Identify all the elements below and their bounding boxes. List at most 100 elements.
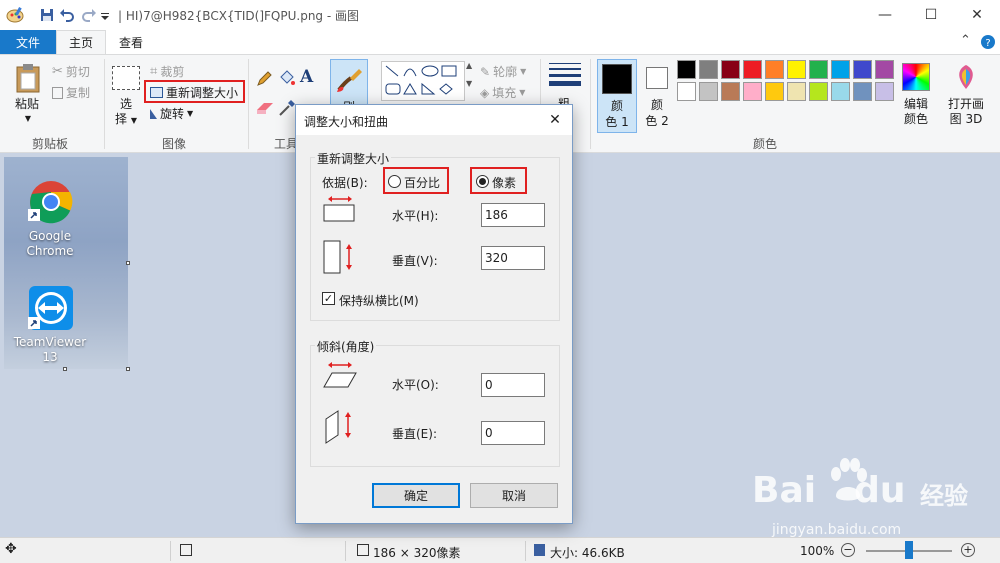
ribbon-tabs: 文件 主页 查看 ⌃ ? <box>0 30 1000 54</box>
select-rectangle-icon[interactable] <box>112 66 140 90</box>
skew-legend: 倾斜(角度) <box>315 338 377 355</box>
help-icon[interactable]: ? <box>980 34 996 50</box>
color2-button[interactable]: 颜 色 2 <box>640 59 676 133</box>
clipboard-icon[interactable] <box>14 63 42 93</box>
teamviewer-icon <box>28 286 73 330</box>
color-swatch[interactable] <box>765 60 784 79</box>
eraser-icon[interactable] <box>256 101 274 115</box>
teamviewer-label-2: 13 <box>42 350 58 364</box>
edit-colors-icon[interactable] <box>902 63 930 91</box>
color2-label-a: 颜 <box>650 98 663 112</box>
paint3d-button[interactable]: 打开画图 3D <box>944 97 988 127</box>
color-swatch[interactable] <box>743 82 762 101</box>
rotate-label: 旋转 <box>160 107 185 121</box>
crop-button[interactable]: ⌗ 裁剪 <box>150 63 184 80</box>
horizontal-input[interactable]: 186 <box>481 203 545 227</box>
chrome-icon <box>28 181 73 224</box>
tab-file[interactable]: 文件 <box>0 30 56 54</box>
save-icon[interactable] <box>38 6 56 24</box>
color-swatch[interactable] <box>677 60 696 79</box>
maximize-button[interactable]: ☐ <box>908 0 954 30</box>
color-swatch[interactable] <box>787 82 806 101</box>
image-group-label: 图像 <box>161 137 186 151</box>
color-swatch[interactable] <box>743 60 762 79</box>
chrome-label-1: Google <box>28 229 72 243</box>
shapes-scroll-icon[interactable]: ▲ ▼ <box>466 61 474 101</box>
separator <box>104 59 105 149</box>
skew-horizontal-label: 水平(O): <box>392 378 439 392</box>
color-swatch[interactable] <box>809 60 828 79</box>
fill-button[interactable]: ◈ 填充 ▼ <box>480 84 525 101</box>
fill-bucket-icon[interactable] <box>278 69 296 87</box>
color-swatch[interactable] <box>875 60 894 79</box>
color-swatch[interactable] <box>853 82 872 101</box>
paint3d-label-b: 图 3D <box>949 112 983 126</box>
separator <box>345 541 346 561</box>
horizontal-label: 水平(H): <box>392 209 439 223</box>
size-lines-icon[interactable] <box>549 63 581 95</box>
resize-handle-bottom[interactable] <box>63 367 67 371</box>
color-picker-icon[interactable] <box>278 99 296 117</box>
paste-dropdown-icon[interactable]: ▼ <box>24 111 32 126</box>
crop-icon: ⌗ <box>150 64 158 79</box>
dialog-close-button[interactable]: ✕ <box>542 108 568 132</box>
minimize-button[interactable]: — <box>862 0 908 30</box>
close-window-button[interactable]: ✕ <box>954 0 1000 30</box>
color-swatch[interactable] <box>699 60 718 79</box>
color1-button[interactable]: 颜 色 1 <box>597 59 637 133</box>
customize-arrow-icon[interactable] <box>100 6 110 24</box>
select-button-line2[interactable]: 择 ▼ <box>112 112 140 128</box>
baidu-watermark: Bai du 经验 jingyan.baidu.com <box>752 458 992 548</box>
tab-home[interactable]: 主页 <box>56 30 106 54</box>
ok-button[interactable]: 确定 <box>372 483 460 508</box>
skew-horizontal-input[interactable]: 0 <box>481 373 545 397</box>
fill-dropdown-icon: ▼ <box>519 88 526 97</box>
by-label: 依据(B): <box>322 176 368 190</box>
undo-icon[interactable] <box>58 6 76 24</box>
pencil-icon[interactable] <box>256 71 272 87</box>
keep-ratio-label[interactable]: 保持纵横比(M) <box>339 292 419 309</box>
collapse-ribbon-chevron-icon[interactable]: ⌃ <box>960 33 974 49</box>
keep-ratio-checkbox[interactable]: ✓ <box>322 292 335 305</box>
resize-handle-corner[interactable] <box>126 367 130 371</box>
color-palette <box>677 60 899 104</box>
rotate-dropdown-icon: ▼ <box>187 109 194 118</box>
text-tool-icon[interactable]: A <box>300 67 313 87</box>
color-swatch[interactable] <box>721 60 740 79</box>
image-canvas[interactable]: Google Chrome TeamViewer 13 <box>4 157 128 369</box>
color-swatch[interactable] <box>765 82 784 101</box>
select-button[interactable]: 选 <box>114 97 138 112</box>
color-swatch[interactable] <box>809 82 828 101</box>
highlight-resize <box>144 80 245 103</box>
color-swatch[interactable] <box>875 82 894 101</box>
outline-button[interactable]: ✎ 轮廓 ▼ <box>480 63 526 80</box>
separator <box>590 59 591 149</box>
shapes-gallery[interactable] <box>381 61 465 101</box>
brush-icon <box>337 69 362 92</box>
resize-handle-right[interactable] <box>126 261 130 265</box>
edit-colors-button[interactable]: 编辑 颜色 <box>898 97 934 127</box>
teamviewer-label: TeamViewer 13 <box>4 335 96 365</box>
color-swatch[interactable] <box>787 60 806 79</box>
rotate-button[interactable]: 旋转 ▼ <box>150 105 193 122</box>
selection-size-icon <box>180 544 192 556</box>
redo-icon[interactable] <box>80 6 98 24</box>
skew-vertical-input[interactable]: 0 <box>481 421 545 445</box>
paint3d-icon[interactable] <box>952 63 980 91</box>
color-swatch[interactable] <box>699 82 718 101</box>
color-swatch[interactable] <box>831 82 850 101</box>
color1-label-b: 色 1 <box>605 115 629 129</box>
tab-view[interactable]: 查看 <box>106 30 156 54</box>
copy-button[interactable]: 复制 <box>52 84 90 101</box>
color-swatch[interactable] <box>831 60 850 79</box>
color-swatch[interactable] <box>677 82 696 101</box>
vertical-input[interactable]: 320 <box>481 246 545 270</box>
teamviewer-label-1: TeamViewer <box>13 335 87 349</box>
paste-button[interactable]: 粘贴 <box>12 97 42 112</box>
svg-text:?: ? <box>985 38 990 49</box>
cancel-button[interactable]: 取消 <box>470 483 558 508</box>
cut-button[interactable]: ✂ 剪切 <box>52 63 90 80</box>
color-swatch[interactable] <box>853 60 872 79</box>
color-swatch[interactable] <box>721 82 740 101</box>
paint-app-icon[interactable] <box>6 6 24 24</box>
